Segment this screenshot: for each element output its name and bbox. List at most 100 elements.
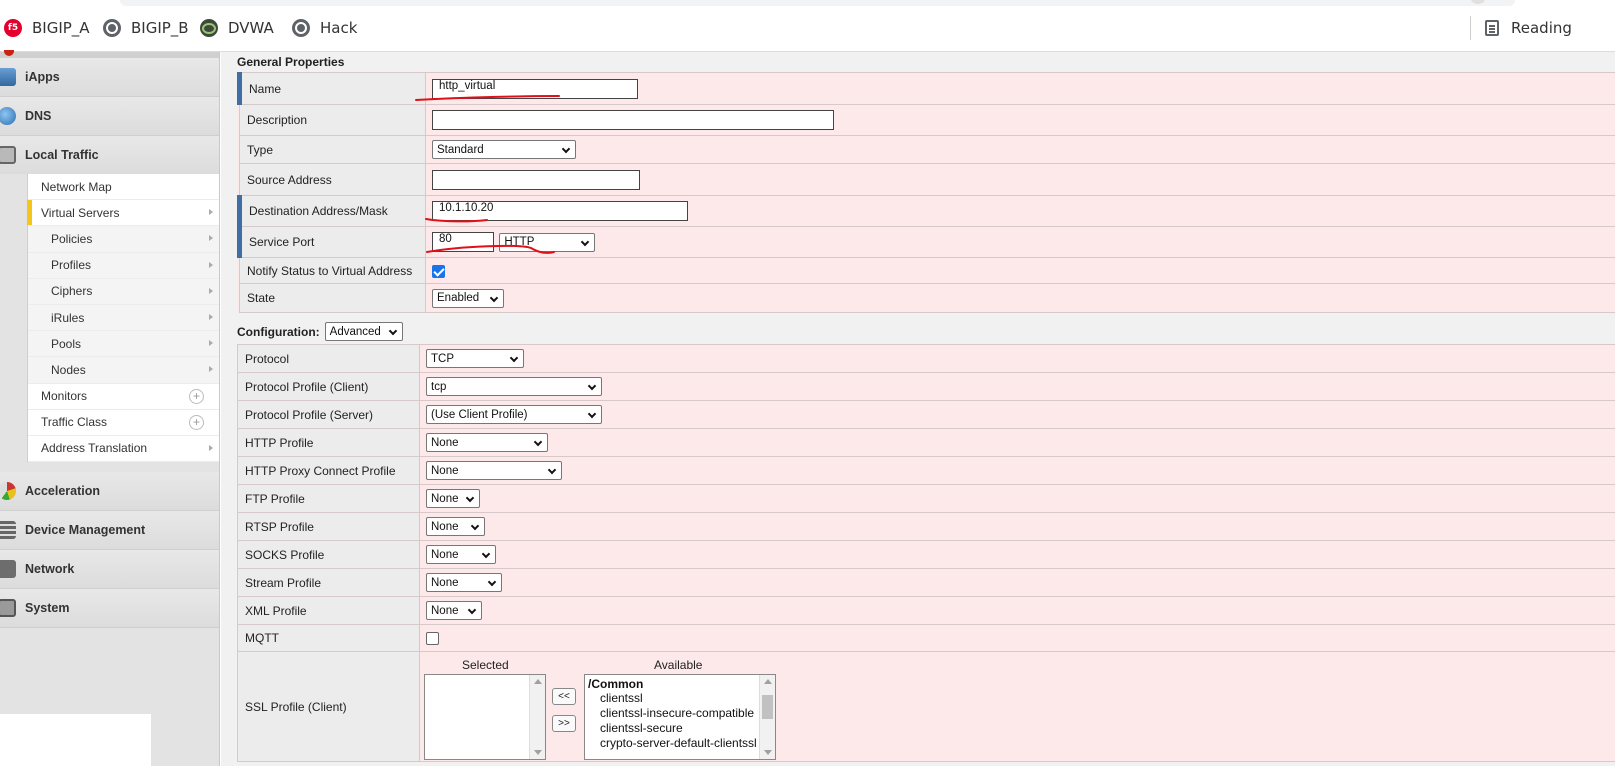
nav-section-local-traffic[interactable]: Local Traffic	[0, 136, 219, 174]
scroll-down-icon	[534, 750, 542, 755]
rtsp-profile-cell: None	[419, 512, 1615, 541]
chevron-down-icon	[465, 493, 475, 503]
protocol-profile-server-cell: (Use Client Profile)	[419, 400, 1615, 429]
service-port-label: Service Port	[237, 226, 426, 258]
state-cell: Enabled	[425, 283, 1615, 313]
row-service-port: Service Port 80 HTTP	[237, 226, 1615, 258]
protocol-profile-server-select[interactable]: (Use Client Profile)	[426, 405, 602, 424]
chevron-right-icon	[209, 444, 213, 451]
protocol-profile-client-select[interactable]: tcp	[426, 377, 602, 396]
name-cell: http_virtual	[425, 72, 1615, 105]
description-input[interactable]	[432, 110, 834, 130]
available-item[interactable]: clientssl-insecure-compatible	[588, 706, 775, 721]
protocol-cell: TCP	[419, 344, 1615, 373]
reading-list-button[interactable]: Reading	[1470, 16, 1572, 40]
ftp-profile-label: FTP Profile	[237, 484, 420, 513]
service-port-input[interactable]: 80	[432, 232, 494, 252]
selected-profiles-list[interactable]	[424, 674, 546, 760]
nav-item-profiles[interactable]: Profiles	[28, 252, 219, 279]
scrollbar[interactable]	[759, 675, 775, 759]
nav-item-nodes[interactable]: Nodes	[28, 357, 219, 384]
move-to-available-button[interactable]: >>	[552, 715, 576, 732]
nav-item-traffic-class[interactable]: Traffic Class +	[28, 409, 219, 436]
http-profile-select[interactable]: None	[426, 433, 548, 452]
available-group-label: /Common	[588, 677, 644, 691]
notify-status-label: Notify Status to Virtual Address	[239, 257, 426, 284]
type-select[interactable]: Standard	[432, 140, 576, 159]
destination-input[interactable]: 10.1.10.20	[432, 201, 688, 221]
scrollbar-thumb[interactable]	[762, 695, 773, 719]
http-proxy-connect-label: HTTP Proxy Connect Profile	[237, 456, 420, 485]
nav-item-label: Policies	[51, 231, 93, 246]
nav-item-irules[interactable]: iRules	[28, 304, 219, 332]
stream-profile-select[interactable]: None	[426, 573, 502, 592]
nav-section-network[interactable]: Network	[0, 550, 219, 590]
chevron-down-icon	[481, 549, 491, 559]
ssl-profile-client-cell: Selected Available << >> /Common clients…	[419, 651, 1615, 762]
stream-profile-value: None	[431, 576, 459, 589]
available-item[interactable]: clientssl	[588, 691, 775, 706]
ftp-profile-select[interactable]: None	[426, 489, 480, 508]
add-traffic-class-plus-icon[interactable]: +	[189, 414, 204, 430]
socks-profile-value: None	[431, 548, 459, 561]
nav-item-network-map[interactable]: Network Map	[28, 174, 219, 201]
rtsp-profile-select[interactable]: None	[426, 517, 485, 536]
configuration-mode-value: Advanced	[329, 325, 381, 338]
scrollbar[interactable]	[529, 675, 545, 759]
acceleration-icon	[0, 482, 16, 501]
main-navigation: iApps DNS Local Traffic Network Map Virt…	[0, 50, 220, 766]
bookmark-dvwa[interactable]: DVWA	[200, 16, 274, 40]
chevron-down-icon	[587, 381, 597, 391]
name-input[interactable]: http_virtual	[432, 78, 638, 99]
config-row: XML Profile None	[237, 596, 1615, 625]
protocol-profile-client-label: Protocol Profile (Client)	[237, 372, 420, 401]
socks-profile-select[interactable]: None	[426, 545, 496, 564]
source-address-input[interactable]	[432, 169, 640, 190]
bookmark-label: BIGIP_A	[32, 19, 90, 37]
nav-item-label: Pools	[51, 336, 82, 351]
add-monitor-plus-icon[interactable]: +	[189, 388, 204, 404]
bookmark-bigip-a[interactable]: f5 BIGIP_A	[4, 16, 90, 40]
nav-item-policies[interactable]: Policies	[28, 226, 219, 253]
protocol-value: TCP	[431, 352, 454, 365]
available-profiles-list[interactable]: /Common clientssl clientssl-insecure-com…	[584, 674, 776, 760]
nav-item-pools[interactable]: Pools	[28, 331, 219, 358]
http-proxy-connect-select[interactable]: None	[426, 461, 562, 480]
row-description: Description	[239, 104, 1615, 136]
configuration-header: Configuration: Advanced	[237, 322, 403, 341]
ftp-profile-cell: None	[419, 484, 1615, 513]
bookmark-hack[interactable]: Hack	[292, 16, 357, 40]
nav-item-label: Address Translation	[41, 441, 148, 456]
protocol-select[interactable]: TCP	[426, 349, 524, 368]
virtual-server-form: General Properties Name http_virtual Des…	[221, 52, 1615, 766]
nav-section-dns[interactable]: DNS	[0, 97, 219, 136]
nav-section-system[interactable]: System	[0, 589, 219, 629]
description-label: Description	[239, 104, 426, 136]
config-row: Stream Profile None	[237, 568, 1615, 597]
chevron-right-icon	[209, 366, 213, 373]
available-item[interactable]: crypto-server-default-clientssl	[588, 736, 775, 751]
service-port-protocol-value: HTTP	[504, 236, 535, 248]
service-port-protocol-select[interactable]: HTTP	[499, 232, 596, 252]
move-to-selected-button[interactable]: <<	[552, 688, 576, 705]
nav-item-virtual-servers[interactable]: Virtual Servers	[27, 200, 219, 227]
configuration-mode-select[interactable]: Advanced	[324, 322, 403, 341]
xml-profile-value: None	[431, 604, 459, 617]
notify-status-checkbox[interactable]	[432, 264, 445, 278]
nav-section-acceleration[interactable]: Acceleration	[0, 472, 219, 512]
xml-profile-select[interactable]: None	[426, 601, 482, 620]
nav-item-monitors[interactable]: Monitors +	[28, 383, 219, 410]
socks-profile-label: SOCKS Profile	[237, 540, 420, 569]
available-item[interactable]: clientssl-secure	[588, 721, 775, 736]
nav-item-address-translation[interactable]: Address Translation	[28, 435, 219, 463]
nav-item-ciphers[interactable]: Ciphers	[28, 278, 219, 305]
row-destination: Destination Address/Mask 10.1.10.20	[237, 195, 1615, 227]
chevron-down-icon	[487, 577, 497, 587]
chevron-down-icon	[561, 144, 571, 154]
nav-section-device-management[interactable]: Device Management	[0, 511, 219, 551]
nav-section-iapps[interactable]: iApps	[0, 58, 219, 97]
bookmark-bigip-b[interactable]: BIGIP_B	[103, 16, 189, 40]
general-properties-table: Name http_virtual Description Type Stand…	[237, 72, 1615, 313]
state-select[interactable]: Enabled	[432, 288, 504, 308]
mqtt-checkbox[interactable]	[426, 632, 439, 646]
